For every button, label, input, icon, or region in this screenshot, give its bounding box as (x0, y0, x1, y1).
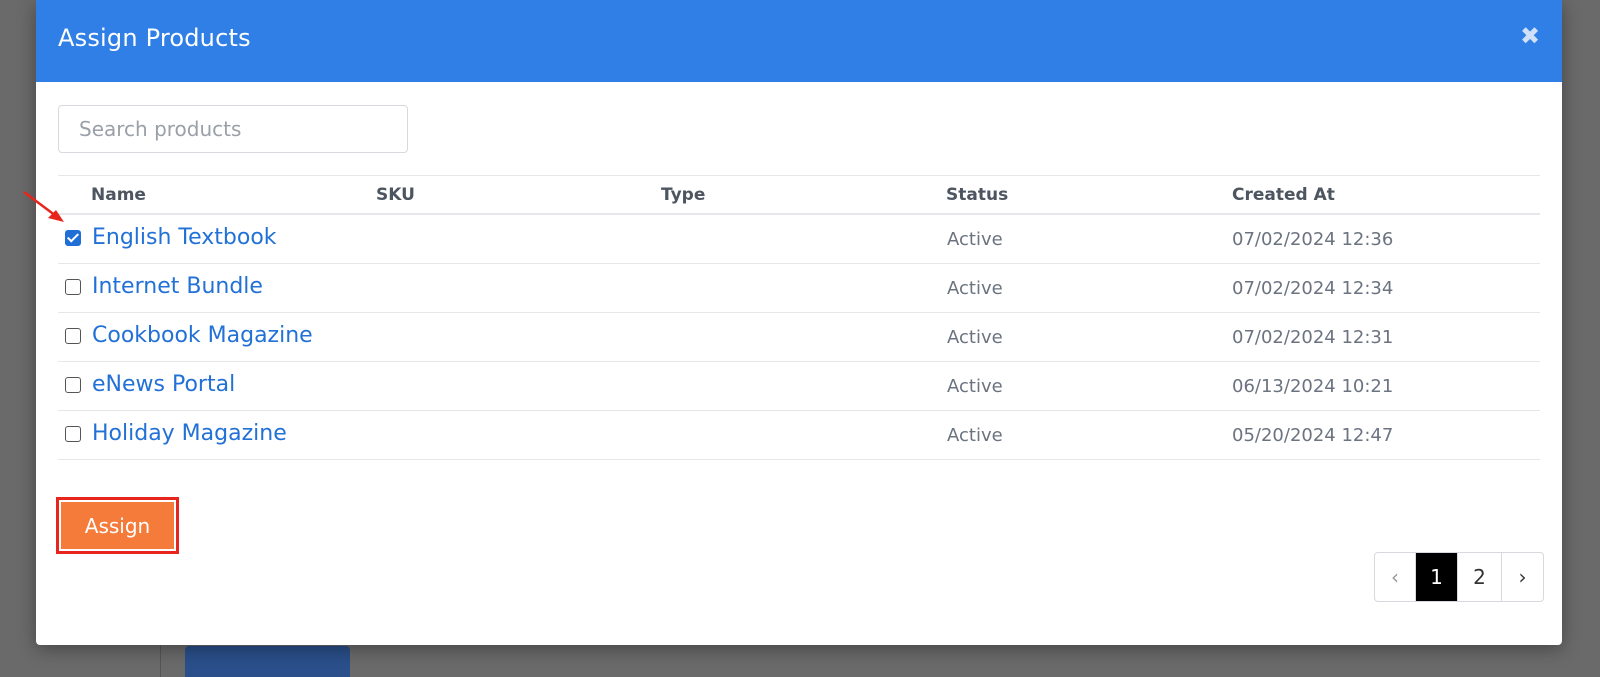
status-cell: Active (947, 278, 1003, 299)
assign-products-modal: Assign Products ✖ Name SKU Type Status C… (36, 0, 1562, 645)
checkbox-icon[interactable] (65, 279, 81, 295)
column-header-type: Type (661, 184, 706, 205)
status-cell: Active (947, 425, 1003, 446)
pagination-page-2[interactable]: 2 (1457, 553, 1501, 601)
product-link[interactable]: Holiday Magazine (92, 421, 287, 446)
column-header-name: Name (91, 184, 146, 205)
modal-title: Assign Products (58, 24, 251, 52)
created-at-cell: 07/02/2024 12:34 (1232, 278, 1394, 299)
table-row: eNews Portal Active 06/13/2024 10:21 (58, 362, 1540, 411)
column-header-status: Status (946, 184, 1009, 205)
column-header-sku: SKU (376, 184, 415, 205)
created-at-cell: 07/02/2024 12:31 (1232, 327, 1394, 348)
column-header-created-at: Created At (1232, 184, 1335, 205)
arrow-icon (23, 191, 64, 222)
pagination-page-1[interactable]: 1 (1415, 553, 1457, 601)
status-cell: Active (947, 327, 1003, 348)
created-at-cell: 06/13/2024 10:21 (1232, 376, 1394, 397)
pagination: ‹ 1 2 › (1374, 552, 1544, 602)
table-header: Name SKU Type Status Created At (58, 175, 1540, 215)
checkbox-icon[interactable] (65, 328, 81, 344)
product-link[interactable]: English Textbook (92, 225, 277, 250)
created-at-cell: 05/20/2024 12:47 (1232, 425, 1394, 446)
modal-header: Assign Products ✖ (36, 0, 1562, 82)
status-cell: Active (947, 376, 1003, 397)
product-link[interactable]: Internet Bundle (92, 274, 263, 299)
assign-button-highlight: Assign (56, 497, 179, 554)
checkbox-icon[interactable] (65, 230, 81, 246)
search-input[interactable] (58, 105, 408, 153)
pagination-next-button[interactable]: › (1501, 553, 1543, 601)
checkbox-icon[interactable] (65, 426, 81, 442)
pagination-prev-button[interactable]: ‹ (1375, 553, 1415, 601)
table-row: Cookbook Magazine Active 07/02/2024 12:3… (58, 313, 1540, 362)
product-link[interactable]: eNews Portal (92, 372, 235, 397)
table-row: Internet Bundle Active 07/02/2024 12:34 (58, 264, 1540, 313)
background-button (185, 646, 350, 677)
background-divider (160, 640, 161, 677)
products-table: Name SKU Type Status Created At English … (58, 175, 1540, 460)
status-cell: Active (947, 229, 1003, 250)
created-at-cell: 07/02/2024 12:36 (1232, 229, 1394, 250)
checkbox-icon[interactable] (65, 377, 81, 393)
assign-button[interactable]: Assign (61, 502, 174, 549)
close-icon[interactable]: ✖ (1518, 24, 1542, 48)
table-row: English Textbook Active 07/02/2024 12:36 (58, 215, 1540, 264)
product-link[interactable]: Cookbook Magazine (92, 323, 313, 348)
table-row: Holiday Magazine Active 05/20/2024 12:47 (58, 411, 1540, 460)
